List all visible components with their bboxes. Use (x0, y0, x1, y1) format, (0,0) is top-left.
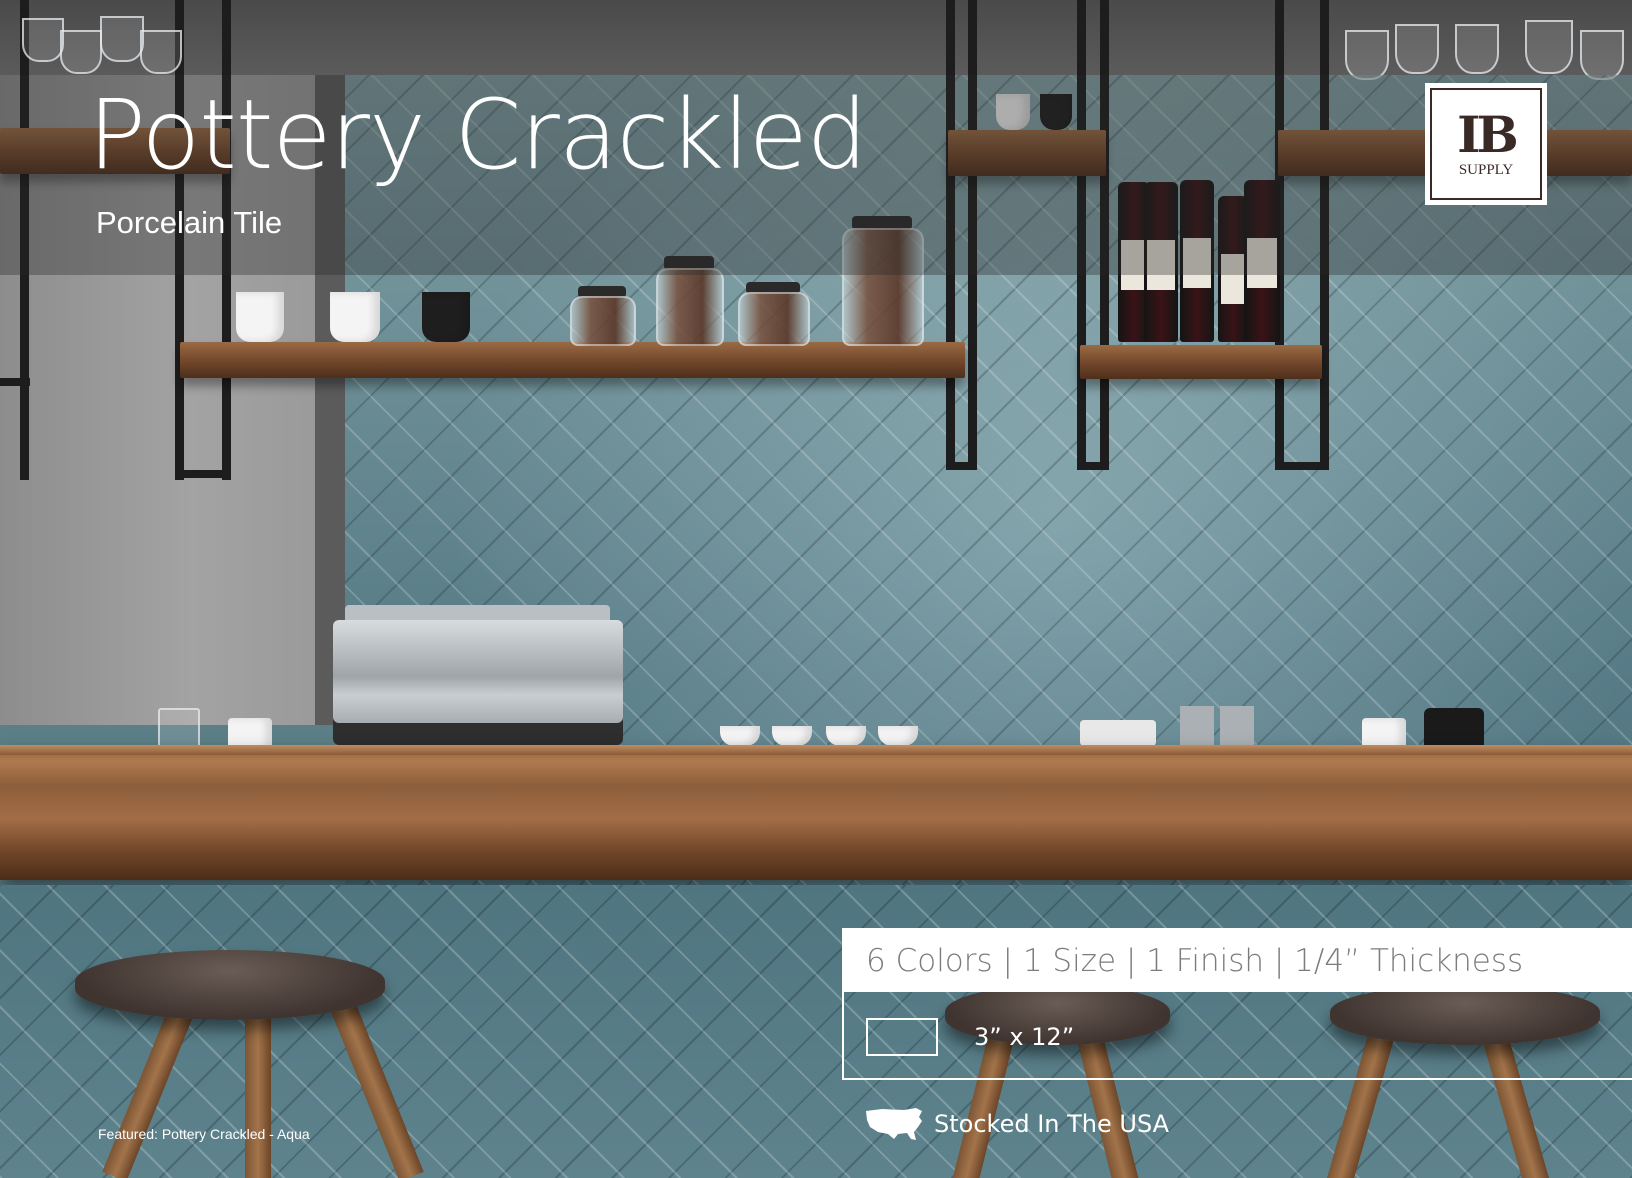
size-row: 3” x 12” (866, 1018, 1074, 1056)
espresso-machine (333, 620, 623, 745)
espresso-cup (720, 726, 760, 746)
product-title: Pottery Crackled (88, 79, 868, 191)
wood-shelf (1080, 345, 1322, 379)
espresso-cup (878, 726, 918, 746)
spec-panel: 6 Colors | 1 Size | 1 Finish | 1/4” Thic… (842, 928, 1632, 1080)
rack-bar (1077, 462, 1107, 470)
wine-glass (1345, 30, 1389, 80)
usa-map-icon (866, 1108, 922, 1140)
product-subtitle: Porcelain Tile (96, 205, 283, 240)
espresso-cup (826, 726, 866, 746)
stool-seat (75, 950, 385, 1020)
featured-caption: Featured: Pottery Crackled - Aqua (98, 1126, 310, 1142)
wood-counter (0, 745, 1632, 880)
wine-glass (1455, 24, 1499, 74)
brand-logo: IB SUPPLY (1425, 83, 1547, 205)
rack-bar (0, 378, 30, 386)
logo-mark: IB (1457, 104, 1519, 164)
plate-stack (1080, 720, 1156, 746)
espresso-cup (772, 726, 812, 746)
rack-bar (1275, 462, 1329, 470)
rack-bar (946, 462, 976, 470)
cup (330, 292, 380, 342)
tile-size-label: 3” x 12” (974, 1023, 1075, 1051)
wine-glass (60, 30, 102, 74)
tile-size-icon (866, 1018, 938, 1056)
spec-bar: 6 Colors | 1 Size | 1 Finish | 1/4” Thic… (844, 930, 1632, 992)
wine-glass (1525, 20, 1573, 74)
cup (422, 292, 470, 342)
glass-jar (738, 292, 810, 346)
wine-glass (100, 16, 144, 62)
utensil-holder (1180, 706, 1214, 746)
utensil-holder (1220, 706, 1254, 746)
logo-frame: IB SUPPLY (1430, 88, 1542, 200)
logo-text: SUPPLY (1458, 161, 1514, 178)
wine-glass (140, 30, 182, 74)
wine-glass (1395, 24, 1439, 74)
glass-jar (570, 296, 636, 346)
wood-shelf (180, 342, 965, 378)
stocked-text: Stocked In The USA (934, 1110, 1170, 1138)
wine-glass (22, 18, 64, 62)
glass-jar (656, 268, 724, 346)
wine-glass (1580, 30, 1624, 80)
cup (236, 292, 284, 342)
spec-summary: 6 Colors | 1 Size | 1 Finish | 1/4” Thic… (866, 943, 1524, 979)
rack-bar (175, 470, 231, 478)
stocked-badge: Stocked In The USA (864, 1105, 1169, 1143)
